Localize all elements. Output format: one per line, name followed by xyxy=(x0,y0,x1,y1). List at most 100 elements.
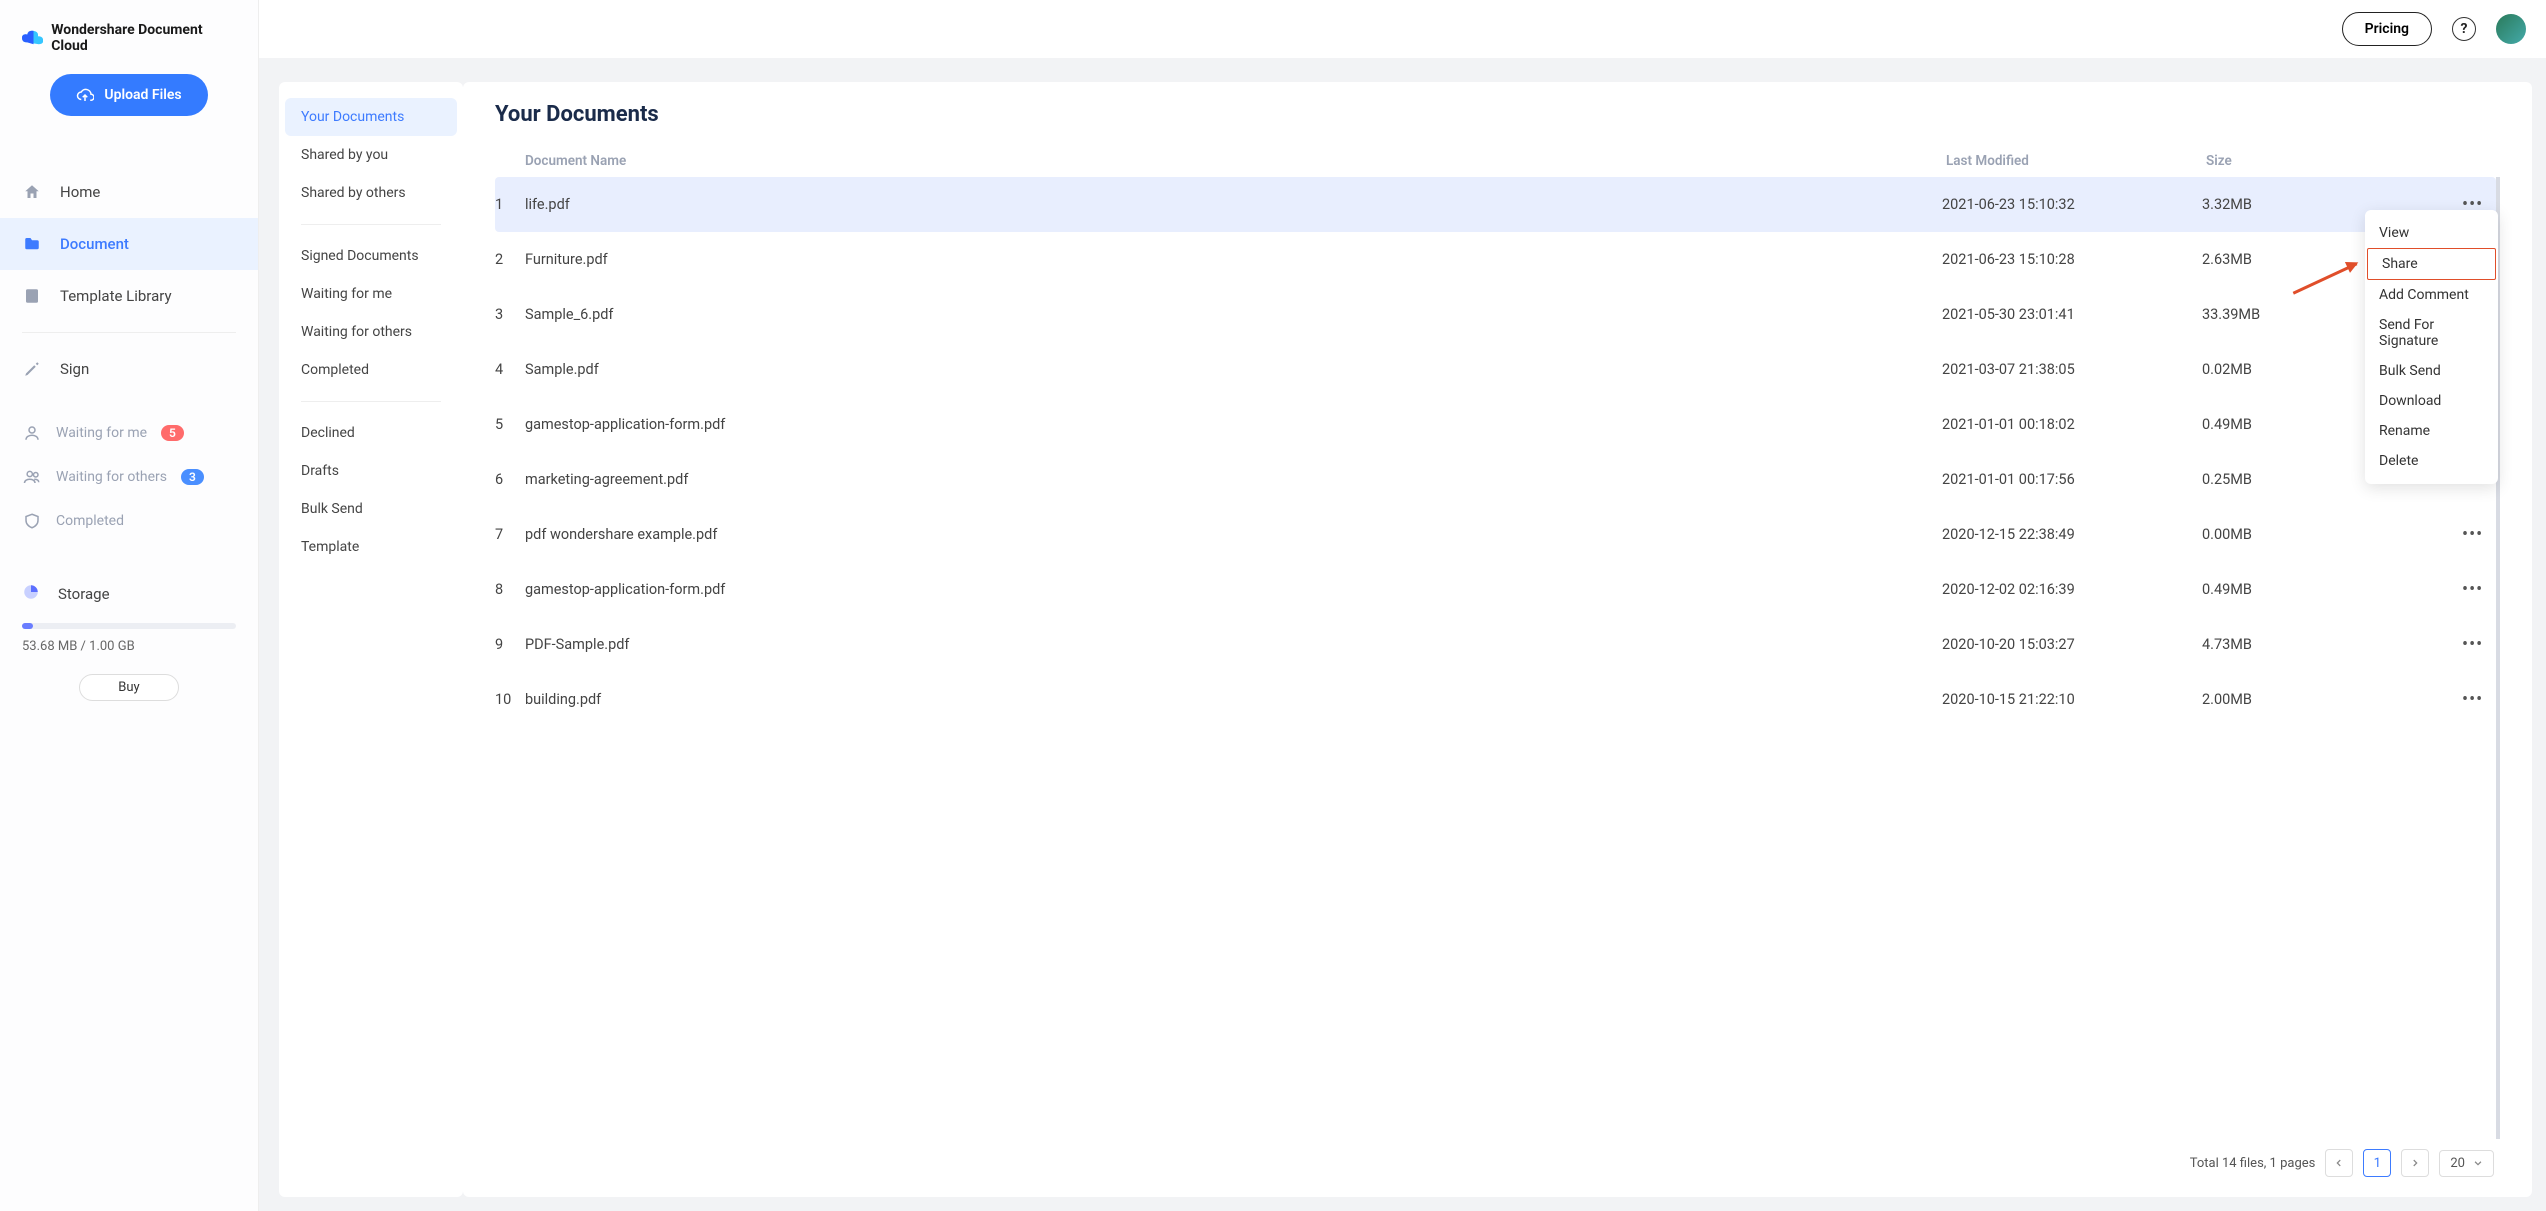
table-row[interactable]: 1life.pdf2021-06-23 15:10:323.32MB••• xyxy=(495,177,2496,232)
secondary-sidebar: Your DocumentsShared by youShared by oth… xyxy=(279,82,463,1197)
secondary-nav-item[interactable]: Declined xyxy=(285,414,457,452)
table-row[interactable]: 8gamestop-application-form.pdf2020-12-02… xyxy=(495,562,2496,617)
main-panel: Your Documents Document Name Last Modifi… xyxy=(463,82,2532,1197)
context-menu: ViewShareAdd CommentSend For SignatureBu… xyxy=(2365,210,2498,484)
secondary-nav-item[interactable]: Shared by you xyxy=(285,136,457,174)
table-header-row: Document Name Last Modified Size xyxy=(495,145,2500,177)
secondary-nav-item[interactable]: Waiting for others xyxy=(285,313,457,351)
upload-files-button[interactable]: Upload Files xyxy=(50,74,207,116)
row-size: 4.73MB xyxy=(2202,636,2462,653)
row-document-name: Furniture.pdf xyxy=(525,251,1942,268)
row-index: 2 xyxy=(495,251,525,268)
row-size: 0.00MB xyxy=(2202,526,2462,543)
row-size: 2.00MB xyxy=(2202,691,2462,708)
nav-document[interactable]: Document xyxy=(0,218,258,270)
topbar: Pricing ? xyxy=(259,0,2546,58)
secondary-nav-item[interactable]: Shared by others xyxy=(285,174,457,212)
row-document-name: marketing-agreement.pdf xyxy=(525,471,1942,488)
cloud-upload-icon xyxy=(76,86,94,104)
divider xyxy=(301,224,441,225)
secondary-nav-item[interactable]: Signed Documents xyxy=(285,237,457,275)
person-icon xyxy=(22,423,42,443)
nav-label: Home xyxy=(60,183,100,201)
storage-label: Storage xyxy=(58,585,110,603)
context-menu-item[interactable]: Delete xyxy=(2365,446,2498,476)
secondary-nav-item[interactable]: Bulk Send xyxy=(285,490,457,528)
count-badge: 3 xyxy=(181,469,204,485)
more-actions-icon[interactable]: ••• xyxy=(2462,634,2483,655)
table-row[interactable]: 2Furniture.pdf2021-06-23 15:10:282.63MB•… xyxy=(495,232,2496,287)
chevron-down-icon xyxy=(2473,1158,2483,1168)
pricing-button[interactable]: Pricing xyxy=(2342,12,2432,46)
secondary-nav-item[interactable]: Waiting for me xyxy=(285,275,457,313)
context-menu-item[interactable]: Share xyxy=(2367,248,2496,280)
pager-page-1-button[interactable]: 1 xyxy=(2363,1149,2391,1177)
page-size-value: 20 xyxy=(2450,1156,2465,1171)
buy-button[interactable]: Buy xyxy=(79,674,178,701)
divider xyxy=(22,332,236,333)
row-index: 7 xyxy=(495,526,525,543)
nav-home[interactable]: Home xyxy=(0,166,258,218)
people-icon xyxy=(22,467,42,487)
table-row[interactable]: 3Sample_6.pdf2021-05-30 23:01:4133.39MB•… xyxy=(495,287,2496,342)
table-row[interactable]: 6marketing-agreement.pdf2021-01-01 00:17… xyxy=(495,452,2496,507)
more-actions-icon[interactable]: ••• xyxy=(2462,524,2483,545)
row-size: 0.49MB xyxy=(2202,581,2462,598)
nav-label: Document xyxy=(60,235,129,253)
row-index: 3 xyxy=(495,306,525,323)
more-actions-icon[interactable]: ••• xyxy=(2462,689,2483,710)
nav-template-library[interactable]: Template Library xyxy=(0,270,258,322)
row-document-name: Sample_6.pdf xyxy=(525,306,1942,323)
more-actions-icon[interactable]: ••• xyxy=(2462,579,2483,600)
col-document-name[interactable]: Document Name xyxy=(525,153,1946,169)
context-menu-item[interactable]: Bulk Send xyxy=(2365,356,2498,386)
row-modified: 2021-06-23 15:10:32 xyxy=(1942,196,2202,213)
upload-label: Upload Files xyxy=(104,87,181,103)
row-index: 5 xyxy=(495,416,525,433)
secondary-nav-item[interactable]: Your Documents xyxy=(285,98,457,136)
row-document-name: pdf wondershare example.pdf xyxy=(525,526,1942,543)
nav-waiting-for-me[interactable]: Waiting for me 5 xyxy=(0,411,258,455)
storage-used-text: 53.68 MB / 1.00 GB xyxy=(22,639,236,654)
secondary-nav-item[interactable]: Template xyxy=(285,528,457,566)
nav-label: Completed xyxy=(56,513,124,529)
nav-waiting-for-others[interactable]: Waiting for others 3 xyxy=(0,455,258,499)
table-row[interactable]: 10building.pdf2020-10-15 21:22:102.00MB•… xyxy=(495,672,2496,727)
row-modified: 2021-01-01 00:17:56 xyxy=(1942,471,2202,488)
context-menu-item[interactable]: Rename xyxy=(2365,416,2498,446)
row-modified: 2021-05-30 23:01:41 xyxy=(1942,306,2202,323)
content-wrap: Pricing ? Your DocumentsShared by youSha… xyxy=(259,0,2546,1211)
table-row[interactable]: 5gamestop-application-form.pdf2021-01-01… xyxy=(495,397,2496,452)
pager-prev-button[interactable] xyxy=(2325,1149,2353,1177)
table-row[interactable]: 7pdf wondershare example.pdf2020-12-15 2… xyxy=(495,507,2496,562)
col-size[interactable]: Size xyxy=(2206,153,2466,169)
context-menu-item[interactable]: Download xyxy=(2365,386,2498,416)
home-icon xyxy=(22,182,42,202)
app-logo[interactable]: Wondershare Document Cloud xyxy=(0,22,258,74)
help-icon[interactable]: ? xyxy=(2452,17,2476,41)
app-name: Wondershare Document Cloud xyxy=(51,22,236,54)
secondary-nav-item[interactable]: Drafts xyxy=(285,452,457,490)
count-badge: 5 xyxy=(161,425,184,441)
row-index: 1 xyxy=(495,196,525,213)
divider xyxy=(301,401,441,402)
context-menu-item[interactable]: Send For Signature xyxy=(2365,310,2498,356)
nav-label: Template Library xyxy=(60,287,172,305)
cloud-logo-icon xyxy=(22,30,43,46)
page-size-select[interactable]: 20 xyxy=(2439,1150,2494,1177)
pie-icon xyxy=(22,583,40,605)
table-row[interactable]: 9PDF-Sample.pdf2020-10-20 15:03:274.73MB… xyxy=(495,617,2496,672)
app-root: Wondershare Document Cloud Upload Files … xyxy=(0,0,2546,1211)
context-menu-item[interactable]: View xyxy=(2365,218,2498,248)
nav-label: Waiting for me xyxy=(56,425,147,441)
pager-next-button[interactable] xyxy=(2401,1149,2429,1177)
nav-completed[interactable]: Completed xyxy=(0,499,258,543)
col-last-modified[interactable]: Last Modified xyxy=(1946,153,2206,169)
secondary-nav-item[interactable]: Completed xyxy=(285,351,457,389)
table-row[interactable]: 4Sample.pdf2021-03-07 21:38:050.02MB••• xyxy=(495,342,2496,397)
nav-sign[interactable]: Sign xyxy=(0,343,258,395)
template-icon xyxy=(22,286,42,306)
avatar[interactable] xyxy=(2496,14,2526,44)
context-menu-item[interactable]: Add Comment xyxy=(2365,280,2498,310)
pager-summary: Total 14 files, 1 pages xyxy=(2190,1156,2316,1171)
